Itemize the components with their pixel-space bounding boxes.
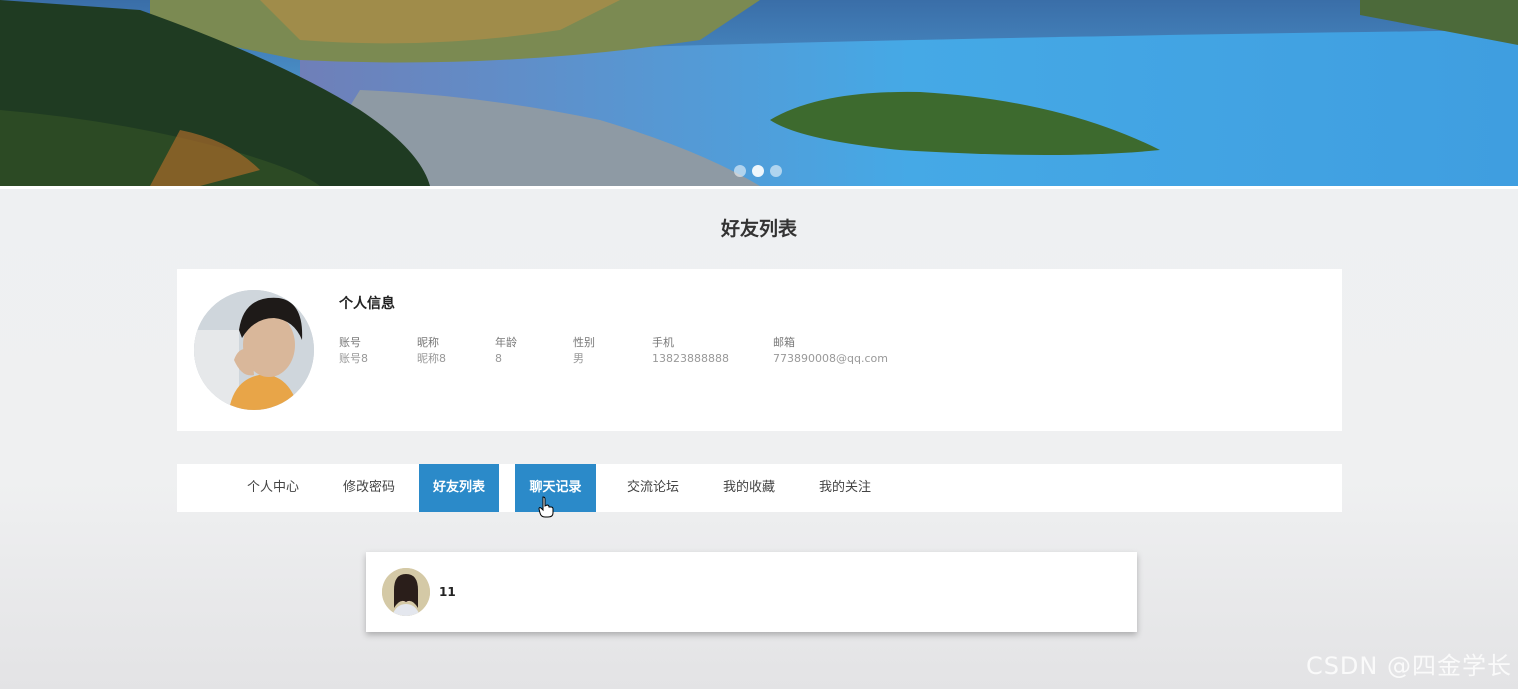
hero-banner bbox=[0, 0, 1518, 186]
tab-forum[interactable]: 交流论坛 bbox=[613, 464, 693, 512]
info-nickname: 昵称 昵称8 bbox=[417, 335, 446, 367]
info-label: 手机 bbox=[652, 336, 674, 349]
info-email: 邮箱 773890008@qq.com bbox=[773, 335, 888, 367]
tab-chat-records[interactable]: 聊天记录 bbox=[515, 464, 596, 512]
carousel-dot[interactable] bbox=[770, 165, 782, 177]
profile-card: 个人信息 账号 账号8 昵称 昵称8 年龄 8 性别 男 手机 13823888… bbox=[177, 269, 1342, 431]
info-phone: 手机 13823888888 bbox=[652, 335, 729, 367]
info-value: 昵称8 bbox=[417, 352, 446, 365]
tab-following[interactable]: 我的关注 bbox=[805, 464, 885, 512]
info-label: 年龄 bbox=[495, 336, 517, 349]
carousel-dots bbox=[734, 165, 782, 177]
info-account: 账号 账号8 bbox=[339, 335, 368, 367]
info-label: 账号 bbox=[339, 336, 361, 349]
tab-friend-list[interactable]: 好友列表 bbox=[419, 464, 499, 512]
friend-avatar bbox=[382, 568, 430, 616]
tab-favorites[interactable]: 我的收藏 bbox=[709, 464, 789, 512]
carousel-dot[interactable] bbox=[734, 165, 746, 177]
page-title: 好友列表 bbox=[720, 218, 797, 240]
info-value: 账号8 bbox=[339, 352, 368, 365]
carousel-dot-active[interactable] bbox=[752, 165, 764, 177]
tab-change-password[interactable]: 修改密码 bbox=[329, 464, 409, 512]
friend-list-item[interactable]: 11 bbox=[366, 552, 1137, 632]
info-age: 年龄 8 bbox=[495, 335, 517, 367]
info-label: 性别 bbox=[573, 336, 595, 349]
info-value: 男 bbox=[573, 352, 584, 365]
info-label: 昵称 bbox=[417, 336, 439, 349]
info-gender: 性别 男 bbox=[573, 335, 595, 367]
csdn-watermark: CSDN @四金学长 bbox=[1305, 652, 1512, 680]
landscape-image bbox=[0, 0, 1518, 186]
profile-section-title: 个人信息 bbox=[339, 296, 395, 312]
info-value: 13823888888 bbox=[652, 352, 729, 365]
tab-personal-center[interactable]: 个人中心 bbox=[233, 464, 313, 512]
hand-cursor-icon bbox=[538, 496, 554, 518]
info-value: 773890008@qq.com bbox=[773, 352, 888, 365]
info-label: 邮箱 bbox=[773, 336, 795, 349]
info-value: 8 bbox=[495, 352, 502, 365]
user-center-tabs: 个人中心 修改密码 好友列表 聊天记录 交流论坛 我的收藏 我的关注 bbox=[177, 464, 1342, 512]
user-avatar bbox=[194, 290, 314, 410]
banner-divider bbox=[0, 186, 1518, 189]
friend-name: 11 bbox=[439, 585, 456, 599]
